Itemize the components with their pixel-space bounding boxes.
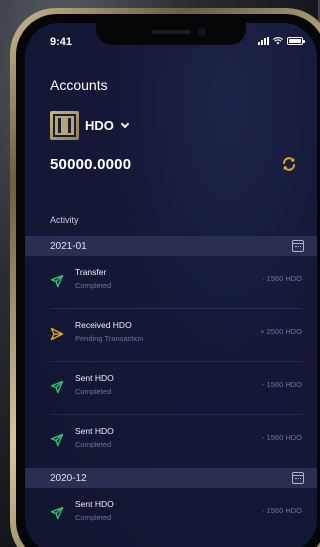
transaction-amount: - 1560 HDO xyxy=(261,506,302,515)
transaction-status: Pending Transaction xyxy=(75,334,144,343)
transaction-title: Received HDO xyxy=(75,320,132,330)
transaction-title: Sent HDO xyxy=(75,499,114,509)
transaction-amount: - 1560 HDO xyxy=(261,274,302,283)
balance-amount: 50000.0000 xyxy=(50,156,132,173)
transaction-title: Sent HDO xyxy=(75,426,114,436)
receive-icon xyxy=(50,327,64,341)
transaction-amount: + 2500 HDO xyxy=(260,327,302,336)
send-icon xyxy=(50,433,64,447)
token-symbol: HDO xyxy=(85,118,114,133)
transaction-status: Completed xyxy=(75,513,112,522)
transaction-status: Completed xyxy=(75,440,112,449)
transaction-status: Completed xyxy=(75,387,112,396)
front-camera xyxy=(198,28,206,36)
activity-list: 2021-01 Transfer Completed - 1560 HDO Re… xyxy=(25,236,317,541)
month-label: 2021-01 xyxy=(50,240,87,252)
page-title: Accounts xyxy=(50,77,108,93)
status-icons xyxy=(258,37,305,45)
month-header: 2021-01 xyxy=(25,236,317,256)
transaction-amount: - 1560 HDO xyxy=(261,380,302,389)
speaker xyxy=(151,30,191,34)
transaction-row[interactable]: Transfer Completed - 1560 HDO xyxy=(50,256,302,309)
transaction-row[interactable]: Sent HDO Completed - 1560 HDO xyxy=(50,488,302,541)
send-icon xyxy=(50,274,64,288)
token-selector[interactable]: HDO xyxy=(50,111,130,140)
transaction-title: Transfer xyxy=(75,267,107,277)
wifi-icon xyxy=(273,37,283,45)
notch xyxy=(96,23,246,45)
send-icon xyxy=(50,380,64,394)
activity-heading: Activity xyxy=(50,215,79,225)
transaction-title: Sent HDO xyxy=(75,373,114,383)
transaction-row[interactable]: Sent HDO Completed - 1560 HDO xyxy=(50,362,302,415)
phone-frame: 9:41 Accounts HDO 50000.0000 Activity 20… xyxy=(10,8,320,547)
send-icon xyxy=(50,506,64,520)
status-time: 9:41 xyxy=(50,36,73,48)
refresh-icon[interactable] xyxy=(281,156,297,172)
app-screen: 9:41 Accounts HDO 50000.0000 Activity 20… xyxy=(25,23,317,547)
transaction-row[interactable]: Sent HDO Completed - 1560 HDO xyxy=(50,415,302,468)
calendar-icon[interactable] xyxy=(292,472,304,484)
battery-icon xyxy=(287,37,305,45)
calendar-icon[interactable] xyxy=(292,240,304,252)
token-logo-icon xyxy=(50,111,79,140)
chevron-down-icon xyxy=(120,119,130,129)
transaction-row[interactable]: Received HDO Pending Transaction + 2500 … xyxy=(50,309,302,362)
transaction-status: Completed xyxy=(75,281,112,290)
month-label: 2020-12 xyxy=(50,472,87,484)
phone-bezel: 9:41 Accounts HDO 50000.0000 Activity 20… xyxy=(16,14,320,547)
signal-icon xyxy=(258,37,269,45)
transaction-amount: - 1560 HDO xyxy=(261,433,302,442)
month-header: 2020-12 xyxy=(25,468,317,488)
